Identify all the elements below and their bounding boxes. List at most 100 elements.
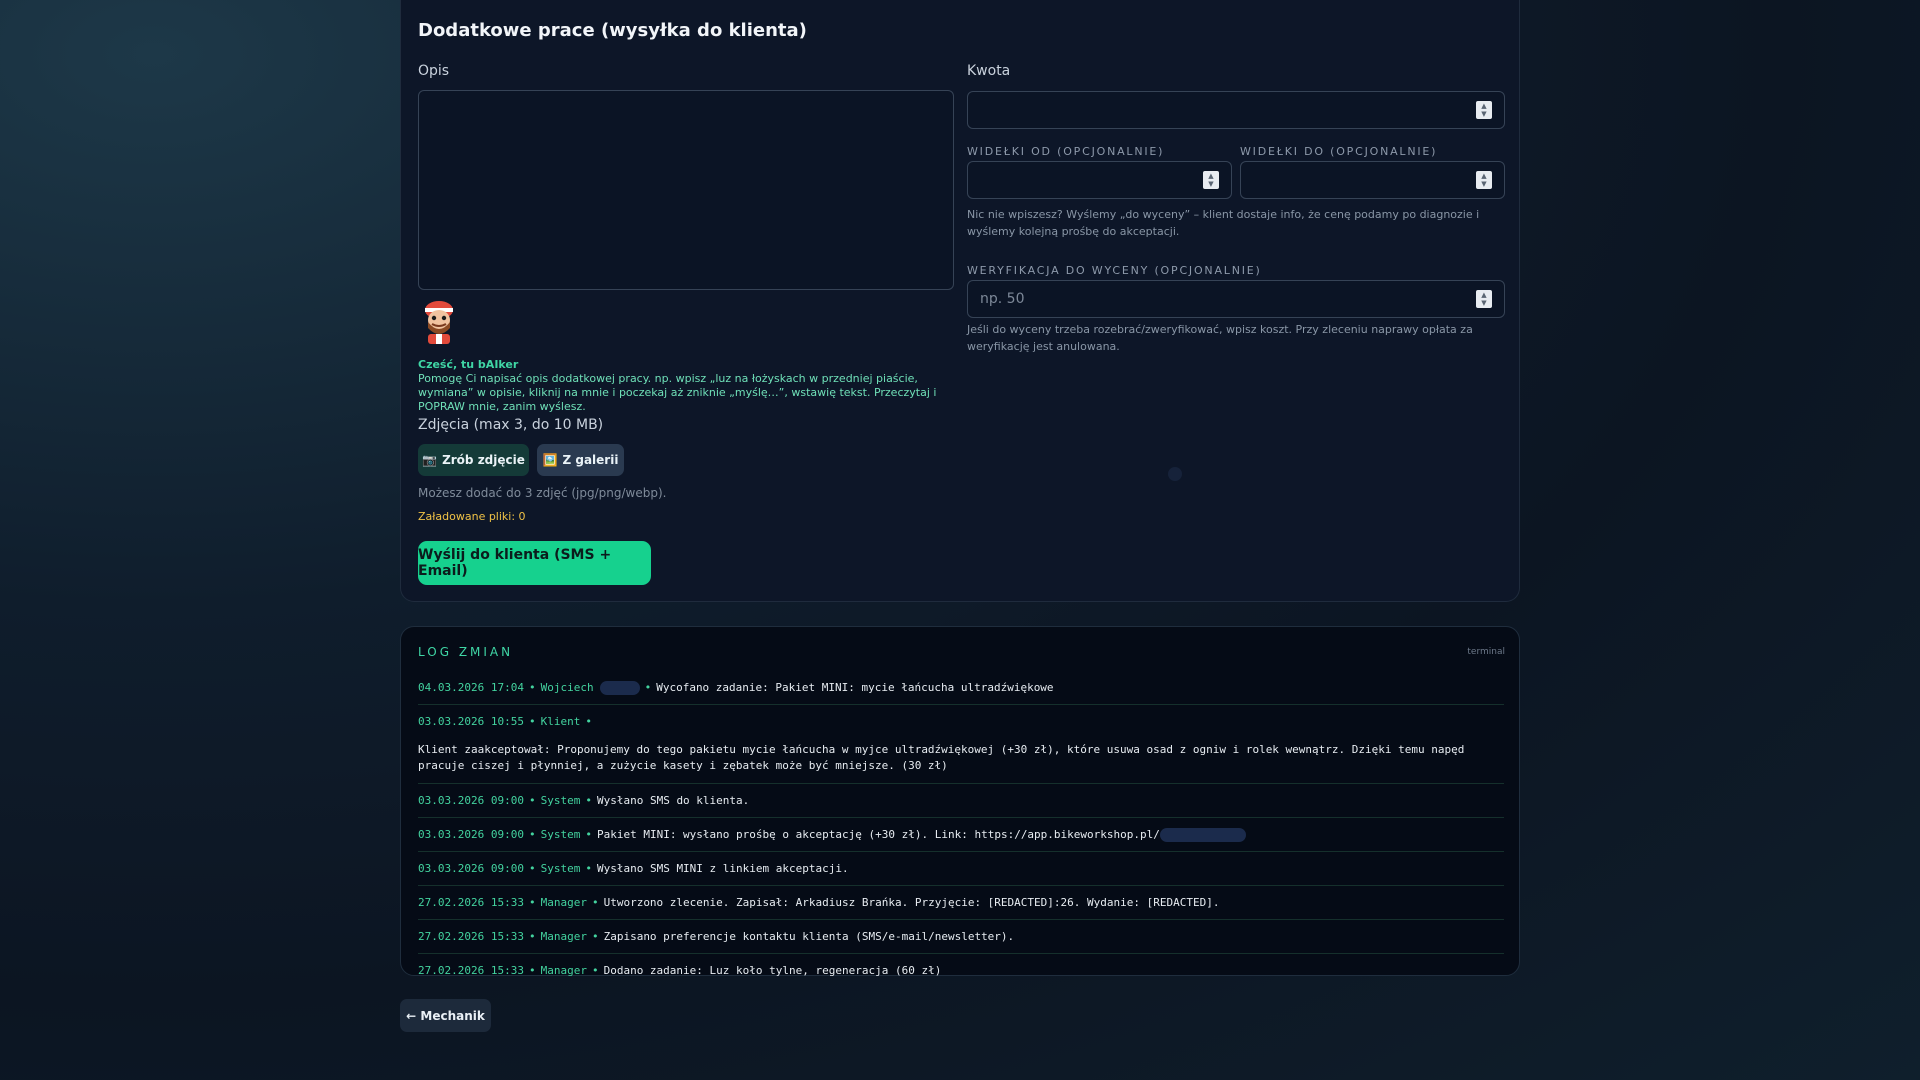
log-entry-header: 03.03.2026 09:00 • System • Pakiet MINI: wys… bbox=[418, 818, 1504, 851]
log-separator: • bbox=[585, 828, 592, 841]
log-date: 03.03.2026 09:00 bbox=[418, 794, 524, 807]
log-entry-header: 03.03.2026 10:55 • Klient • bbox=[418, 705, 1504, 738]
redacted-blur bbox=[1159, 827, 1246, 842]
log-separator: • bbox=[528, 794, 536, 807]
range-from-spinner[interactable]: ▲ ▼ bbox=[1203, 171, 1219, 189]
redacted-blur bbox=[599, 680, 640, 695]
verification-hint: Jeśli do wyceny trzeba rozebrać/zweryfik… bbox=[967, 323, 1473, 353]
log-separator: • bbox=[528, 681, 536, 694]
log-entry-header: 27.02.2026 15:33 • Manager • Utworzono zlece… bbox=[418, 886, 1504, 919]
verification-spinner[interactable]: ▲ ▼ bbox=[1476, 290, 1492, 308]
form-title: Dodatkowe prace (wysyłka do klienta) bbox=[418, 20, 807, 41]
log-tag: terminal bbox=[1467, 647, 1505, 657]
log-text: Wysłano SMS MINI z linkiem akceptacji. bbox=[596, 862, 849, 875]
additional-work-form: Dodatkowe prace (wysyłka do klienta) Opi… bbox=[400, 0, 1520, 602]
back-to-mechanic-button[interactable]: ← Mechanik bbox=[400, 999, 491, 1032]
assistant-text: Pomogę Ci napisać opis dodatkowej pracy.… bbox=[418, 372, 937, 413]
spinner-up-icon[interactable]: ▲ bbox=[1481, 291, 1486, 299]
log-entry-header: 03.03.2026 09:00 • System • Wysłano SMS MINI… bbox=[418, 852, 1504, 885]
verification-label: WERYFIKACJA DO WYCENY (OPCJONALNIE) bbox=[967, 264, 1262, 277]
amount-input[interactable]: ▲ ▼ bbox=[967, 91, 1505, 129]
range-from-label: WIDEŁKI OD (OPCJONALNIE) bbox=[967, 145, 1165, 158]
spinner-down-icon[interactable]: ▼ bbox=[1481, 180, 1486, 188]
log-text: Utworzono zlecenie. Zapisał: Arkadiusz B… bbox=[603, 896, 1220, 909]
log-entry: 03.03.2026 09:00 • System • Pakiet MINI: wys… bbox=[418, 818, 1504, 852]
range-from-input[interactable]: ▲ ▼ bbox=[967, 161, 1232, 199]
log-date: 27.02.2026 15:33 bbox=[418, 930, 524, 943]
log-date: 27.02.2026 15:33 bbox=[418, 964, 524, 977]
description-textarea[interactable] bbox=[418, 90, 954, 290]
change-log-panel: LOG ZMIAN terminal 04.03.2026 17:04 • Wojc… bbox=[400, 626, 1520, 977]
log-author: Wojciech bbox=[540, 681, 594, 694]
log-entry: 03.03.2026 10:55 • Klient • Klient zaakcepto… bbox=[418, 705, 1504, 784]
log-entry: 27.02.2026 15:33 • Manager • Zapisano prefer… bbox=[418, 920, 1504, 954]
photos-label: Zdjęcia (max 3, do 10 MB) bbox=[418, 417, 604, 433]
log-separator: • bbox=[644, 681, 652, 694]
baiker-mascot-icon[interactable] bbox=[419, 298, 459, 344]
log-title: LOG ZMIAN bbox=[418, 645, 514, 659]
log-separator: • bbox=[591, 896, 599, 909]
spinner-up-icon[interactable]: ▲ bbox=[1481, 172, 1486, 180]
log-separator: • bbox=[528, 862, 536, 875]
gallery-button[interactable]: 🖼️ Z galerii bbox=[537, 444, 624, 476]
log-author: Manager bbox=[540, 964, 587, 977]
log-entry-header: 27.02.2026 15:33 • Manager • Dodano zadanie:… bbox=[418, 954, 1504, 987]
log-text: Klient zaakceptował: Proponujemy do tego… bbox=[418, 743, 1465, 772]
take-photo-label: Zrób zdjęcie bbox=[442, 453, 525, 467]
loading-dot bbox=[1168, 467, 1182, 481]
log-separator: • bbox=[528, 930, 536, 943]
log-entry: 03.03.2026 09:00 • System • Wysłano SMS MINI… bbox=[418, 852, 1504, 886]
back-button-label: Mechanik bbox=[420, 1008, 485, 1023]
log-entry-header: 03.03.2026 09:00 • System • Wysłano SMS do k… bbox=[418, 784, 1504, 817]
log-separator: • bbox=[528, 715, 536, 728]
log-author: Manager bbox=[540, 896, 587, 909]
spinner-down-icon[interactable]: ▼ bbox=[1481, 110, 1486, 118]
log-separator: • bbox=[528, 896, 536, 909]
log-entry-header: 04.03.2026 17:04 • Wojciech • Wycofano zadan… bbox=[418, 671, 1504, 704]
log-date: 03.03.2026 09:00 bbox=[418, 828, 524, 841]
back-arrow-icon: ← bbox=[406, 1008, 417, 1023]
log-text: Pakiet MINI: wysłano prośbę o akceptację… bbox=[596, 828, 1160, 841]
log-author: Klient bbox=[540, 715, 581, 728]
log-date: 27.02.2026 15:33 bbox=[418, 896, 524, 909]
log-separator: • bbox=[585, 794, 592, 807]
log-entry: 04.03.2026 17:04 • Wojciech • Wycofano zadan… bbox=[418, 671, 1504, 705]
log-entry: 27.02.2026 15:33 • Manager • Utworzono zlece… bbox=[418, 886, 1504, 920]
spinner-up-icon[interactable]: ▲ bbox=[1481, 102, 1486, 110]
camera-icon: 📷 bbox=[422, 453, 438, 467]
log-list[interactable]: 04.03.2026 17:04 • Wojciech • Wycofano zadan… bbox=[418, 671, 1504, 987]
range-to-spinner[interactable]: ▲ ▼ bbox=[1476, 171, 1492, 189]
gallery-icon: 🖼️ bbox=[542, 453, 558, 467]
log-author: Manager bbox=[540, 930, 587, 943]
log-entry-header: 27.02.2026 15:33 • Manager • Zapisano prefer… bbox=[418, 920, 1504, 953]
amount-spinner[interactable]: ▲ ▼ bbox=[1476, 101, 1492, 119]
log-date: 03.03.2026 09:00 bbox=[418, 862, 524, 875]
verification-input[interactable]: np. 50 ▲ ▼ bbox=[967, 280, 1505, 318]
log-separator: • bbox=[528, 828, 536, 841]
spinner-up-icon[interactable]: ▲ bbox=[1208, 172, 1213, 180]
log-entry: 27.02.2026 15:33 • Manager • Dodano zadanie:… bbox=[418, 954, 1504, 987]
loaded-files-count: Załadowane pliki: 0 bbox=[418, 510, 526, 523]
range-to-input[interactable]: ▲ ▼ bbox=[1240, 161, 1505, 199]
log-separator: • bbox=[528, 964, 536, 977]
log-date: 03.03.2026 10:55 bbox=[418, 715, 524, 728]
log-text: Dodano zadanie: Luz koło tylne, regenera… bbox=[603, 964, 942, 977]
take-photo-button[interactable]: 📷 Zrób zdjęcie bbox=[418, 444, 529, 476]
spinner-down-icon[interactable]: ▼ bbox=[1481, 299, 1486, 307]
assistant-title: Cześć, tu bAIker bbox=[418, 358, 519, 371]
gallery-label: Z galerii bbox=[562, 453, 619, 467]
log-author: System bbox=[540, 794, 581, 807]
log-author: System bbox=[540, 828, 581, 841]
log-entry: 03.03.2026 09:00 • System • Wysłano SMS do k… bbox=[418, 784, 1504, 818]
send-to-client-button[interactable]: Wyślij do klienta (SMS + Email) bbox=[418, 541, 651, 585]
log-separator: • bbox=[591, 930, 599, 943]
spinner-down-icon[interactable]: ▼ bbox=[1208, 180, 1213, 188]
log-text: Zapisano preferencje kontaktu klienta (S… bbox=[603, 930, 1015, 943]
description-label: Opis bbox=[418, 63, 450, 79]
verification-placeholder: np. 50 bbox=[980, 291, 1025, 307]
log-date: 04.03.2026 17:04 bbox=[418, 681, 524, 694]
amount-label: Kwota bbox=[967, 63, 1011, 79]
log-separator: • bbox=[585, 715, 592, 728]
range-to-label: WIDEŁKI DO (OPCJONALNIE) bbox=[1240, 145, 1438, 158]
range-hint: Nic nie wpiszesz? Wyślemy „do wyceny” – … bbox=[967, 208, 1480, 238]
